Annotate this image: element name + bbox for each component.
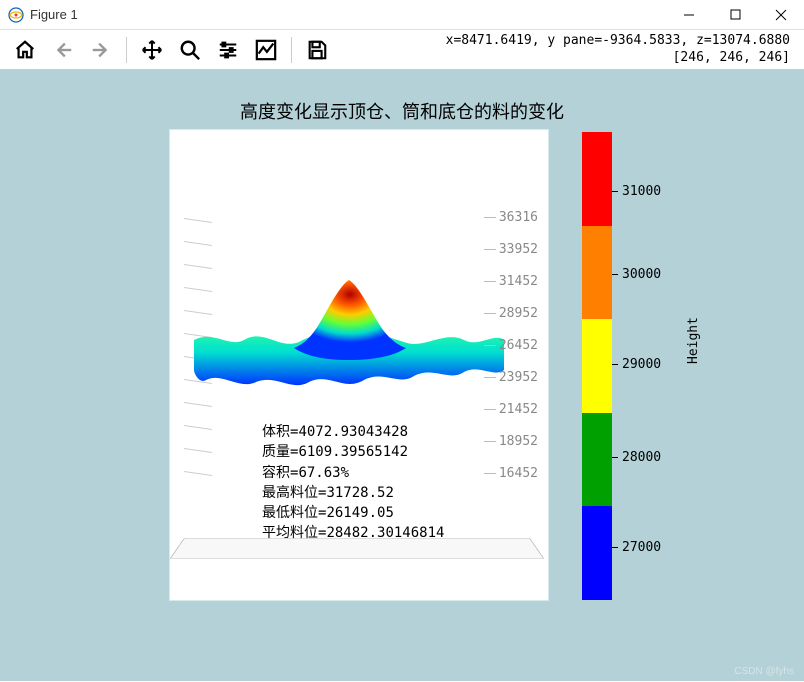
toolbar: x=8471.6419, y pane=-9364.5833, z=13074.… (0, 30, 804, 70)
zoom-button[interactable] (173, 34, 207, 66)
stat-avg: 平均料位=28482.30146814 (262, 523, 444, 543)
home-button[interactable] (8, 34, 42, 66)
cursor-coords: x=8471.6419, y pane=-9364.5833, z=13074.… (446, 33, 790, 49)
cursor-status: x=8471.6419, y pane=-9364.5833, z=13074.… (446, 33, 796, 66)
stat-min: 最低料位=26149.05 (262, 503, 444, 523)
z-tick: 23952 (484, 370, 538, 385)
colorbar-seg (582, 226, 612, 320)
configure-button[interactable] (211, 34, 245, 66)
pan-button[interactable] (135, 34, 169, 66)
window-title: Figure 1 (30, 7, 78, 22)
titlebar: Figure 1 (0, 0, 804, 30)
z-axis-ticks: 36316 33952 31452 28952 26452 23952 2145… (484, 210, 538, 481)
cursor-rgb: [246, 246, 246] (446, 50, 790, 66)
colorbar-tick: 28000 (622, 450, 661, 465)
z-tick: 28952 (484, 306, 538, 321)
z-tick: 33952 (484, 242, 538, 257)
axes-3d[interactable]: 36316 33952 31452 28952 26452 23952 2145… (170, 130, 548, 600)
colorbar-ticks: 31000 30000 29000 28000 27000 (612, 132, 668, 600)
stat-capacity: 容积=67.63% (262, 463, 444, 483)
colorbar-tick: 31000 (622, 184, 661, 199)
z-tick: 18952 (484, 434, 538, 449)
app-icon (8, 7, 24, 23)
z-tick: 26452 (484, 338, 538, 353)
colorbar-seg (582, 413, 612, 507)
colorbar-gradient (582, 132, 612, 600)
minimize-button[interactable] (666, 0, 712, 30)
colorbar-tick: 27000 (622, 540, 661, 555)
toolbar-separator (126, 37, 127, 63)
colorbar-label: Height (686, 317, 701, 364)
colorbar-seg (582, 506, 612, 600)
back-button[interactable] (46, 34, 80, 66)
stat-volume: 体积=4072.93043428 (262, 422, 444, 442)
z-tick: 21452 (484, 402, 538, 417)
colorbar-seg (582, 132, 612, 226)
z-tick: 16452 (484, 466, 538, 481)
chart-title: 高度变化显示顶仓、筒和底仓的料的变化 (0, 98, 804, 124)
z-tick: 36316 (484, 210, 538, 225)
stats-block: 体积=4072.93043428 质量=6109.39565142 容积=67.… (262, 422, 444, 544)
maximize-button[interactable] (712, 0, 758, 30)
watermark: CSDN @fyhs (734, 666, 794, 677)
z-tick: 31452 (484, 274, 538, 289)
stat-mass: 质量=6109.39565142 (262, 442, 444, 462)
save-button[interactable] (300, 34, 334, 66)
surface-plot (194, 270, 504, 400)
figure-canvas[interactable]: 高度变化显示顶仓、筒和底仓的料的变化 (0, 70, 804, 681)
colorbar-tick: 29000 (622, 357, 661, 372)
edit-axes-button[interactable] (249, 34, 283, 66)
stat-max: 最高料位=31728.52 (262, 483, 444, 503)
forward-button[interactable] (84, 34, 118, 66)
close-button[interactable] (758, 0, 804, 30)
colorbar-seg (582, 319, 612, 413)
toolbar-separator (291, 37, 292, 63)
colorbar-tick: 30000 (622, 267, 661, 282)
colorbar: 31000 30000 29000 28000 27000 (582, 132, 682, 600)
